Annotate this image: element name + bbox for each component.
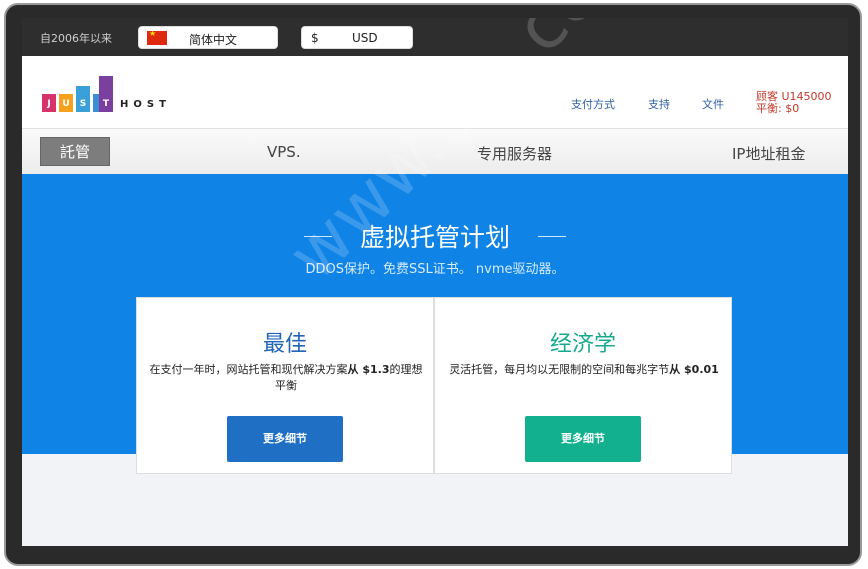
top-bar: 自2006年以来 ★ 简体中文 $ USD bbox=[22, 18, 848, 56]
logo-host-text: HOST bbox=[120, 99, 171, 110]
plan-description: 在支付一年时，网站托管和现代解决方案从 $1.3的理想平衡 bbox=[149, 363, 423, 392]
nav-support[interactable]: 支持 bbox=[648, 96, 670, 112]
menu-hosting[interactable]: 託管 bbox=[40, 137, 110, 166]
plan-title: 最佳 bbox=[262, 332, 307, 357]
china-flag-icon: ★ bbox=[147, 29, 167, 45]
logo-letter: U bbox=[62, 99, 70, 109]
currency-select[interactable]: $ USD bbox=[301, 26, 413, 49]
menu-dedicated-servers[interactable]: 专用服务器 bbox=[477, 143, 552, 164]
logo-letter: S bbox=[79, 99, 87, 109]
plan-card-best: 最佳 在支付一年时，网站托管和现代解决方案从 $1.3的理想平衡 更多细节 bbox=[136, 297, 434, 474]
justhost-logo[interactable]: J U S T HOST bbox=[42, 72, 182, 112]
more-details-button[interactable]: 更多细节 bbox=[525, 416, 641, 462]
currency-value: USD bbox=[352, 31, 378, 45]
plan-description: 灵活托管，每月均以无限制的空间和每兆字节从 $0.01 bbox=[449, 363, 719, 376]
menu-vps[interactable]: VPS. bbox=[267, 143, 301, 161]
nav-payment-methods[interactable]: 支付方式 bbox=[571, 96, 615, 112]
currency-symbol: $ bbox=[311, 31, 319, 45]
account-balance: 平衡: $0 bbox=[756, 102, 800, 115]
menu-ip-rental[interactable]: IP地址租金 bbox=[732, 143, 805, 164]
more-details-button[interactable]: 更多细节 bbox=[227, 416, 343, 462]
plan-title: 经济学 bbox=[549, 332, 616, 357]
since-label: 自2006年以来 bbox=[40, 32, 112, 45]
logo-letter: T bbox=[102, 99, 110, 109]
nav-documents[interactable]: 文件 bbox=[702, 96, 724, 112]
browser-screen: 自2006年以来 ★ 简体中文 $ USD J U S T HOST 支付方式 … bbox=[22, 18, 848, 546]
hero-subtitle: DDOS保护。免费SSL证书。 nvme驱动器。 bbox=[305, 262, 565, 277]
plan-card-economy: 经济学 灵活托管，每月均以无限制的空间和每兆字节从 $0.01 更多细节 bbox=[434, 297, 732, 474]
language-value: 简体中文 bbox=[189, 33, 238, 47]
logo-letter: J bbox=[47, 99, 51, 109]
hero-title: 虚拟托管计划 bbox=[359, 223, 510, 252]
account-info[interactable]: 顾客 U145000 平衡: $0 bbox=[756, 91, 832, 115]
language-select[interactable]: ★ 简体中文 bbox=[138, 26, 278, 49]
